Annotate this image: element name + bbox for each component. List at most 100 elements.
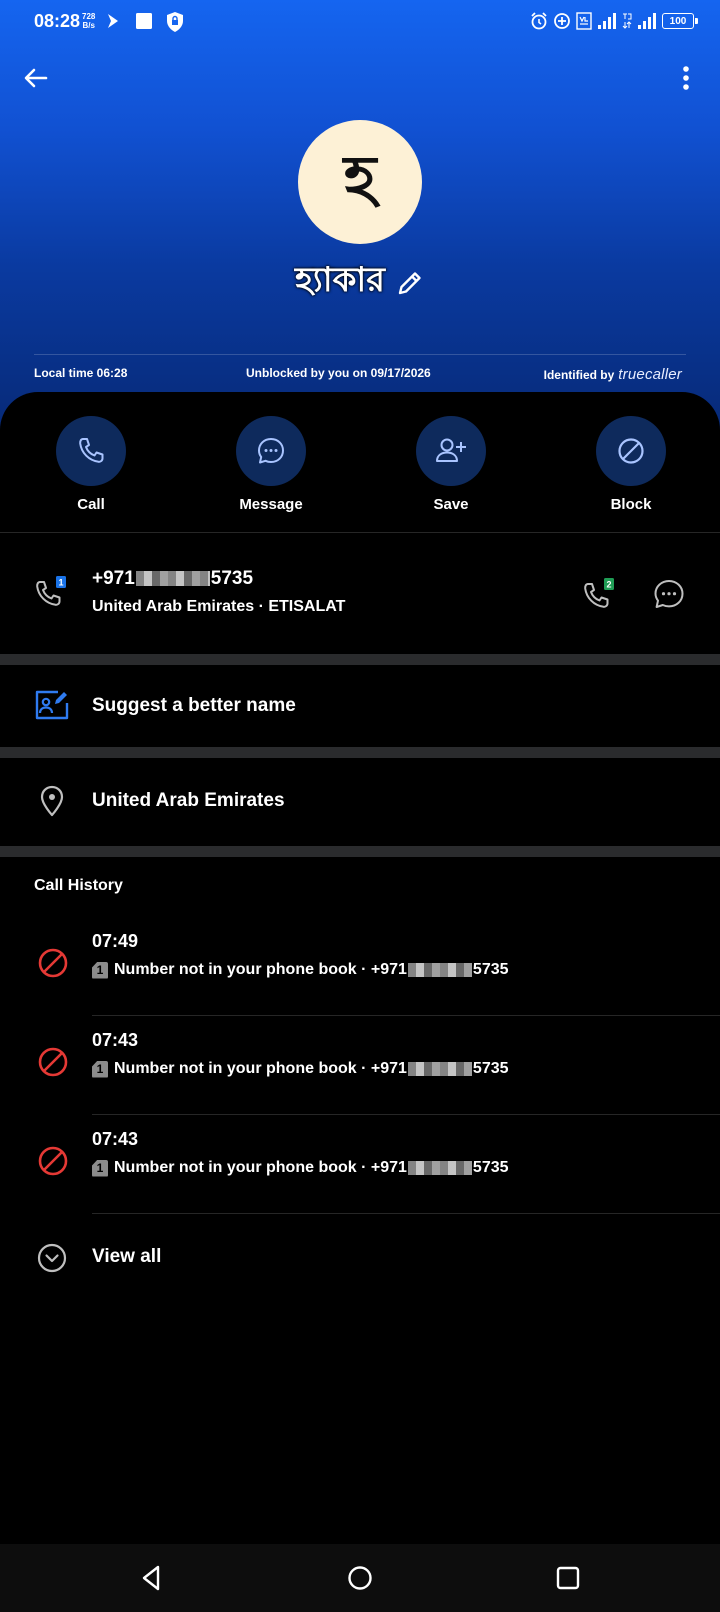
call-item-divider xyxy=(92,1213,720,1214)
circle-home-icon xyxy=(348,1566,372,1590)
add-person-icon xyxy=(436,438,466,462)
call-history-item[interactable]: 07:43 1 Number not in your phone book · … xyxy=(0,1016,720,1115)
call-sim2-button[interactable]: 2 xyxy=(582,576,618,612)
play-notification-icon xyxy=(108,14,118,28)
message-action-button[interactable]: Message xyxy=(211,416,331,513)
phone-number-prefix: +971 xyxy=(92,568,135,589)
sim1-badge: 1 xyxy=(58,578,63,588)
sim-badge: 1 xyxy=(92,961,108,979)
call-time: 07:49 xyxy=(92,931,139,951)
contact-name: হ্যাকার xyxy=(295,260,385,300)
chat-bubble-icon xyxy=(654,580,684,608)
phone-icon xyxy=(79,438,104,463)
section-separator xyxy=(0,747,720,758)
nav-recents-button[interactable] xyxy=(552,1562,584,1594)
edit-pencil-icon[interactable] xyxy=(395,268,425,298)
battery-indicator: 100 xyxy=(662,13,698,29)
message-action-circle[interactable] xyxy=(236,416,306,486)
call-number-suffix: 5735 xyxy=(472,1060,509,1077)
save-action-circle[interactable] xyxy=(416,416,486,486)
location-label: United Arab Emirates xyxy=(92,790,285,811)
call-desc-text: Number not in your phone book · +971 xyxy=(114,1060,407,1077)
volte-icon xyxy=(576,12,592,30)
edit-contact-card-icon xyxy=(35,690,69,720)
save-action-label: Save xyxy=(433,496,469,513)
data-saver-icon xyxy=(554,13,570,29)
square-recents-icon xyxy=(556,1566,580,1590)
call-action-circle[interactable] xyxy=(56,416,126,486)
contact-avatar: হ xyxy=(298,120,422,244)
call-desc-text: Number not in your phone book · +971 xyxy=(114,1159,407,1176)
sim1-phone-icon: 1 xyxy=(36,576,66,606)
local-time: Local time 06:28 xyxy=(34,366,128,380)
shield-lock-icon xyxy=(167,12,183,32)
system-navigation-bar xyxy=(0,1544,720,1612)
call-description: 1 Number not in your phone book · +971 57… xyxy=(92,1060,509,1078)
chevron-down-circle-icon xyxy=(37,1243,67,1273)
block-action-circle[interactable] xyxy=(596,416,666,486)
blocked-call-icon xyxy=(38,948,68,978)
app-notification-icon xyxy=(136,13,152,29)
header-divider xyxy=(34,354,686,355)
signal-strength-1-icon xyxy=(598,13,616,29)
call-number-suffix: 5735 xyxy=(472,1159,509,1176)
more-vert-icon xyxy=(683,66,689,90)
status-bar: 08:28 728 B/s 100 xyxy=(0,0,720,44)
nav-back-button[interactable] xyxy=(136,1562,168,1594)
call-description: 1 Number not in your phone book · +971 57… xyxy=(92,961,509,979)
battery-level: 100 xyxy=(669,15,687,27)
message-action-label: Message xyxy=(239,496,303,513)
redacted-digits xyxy=(407,1160,472,1175)
blocked-call-icon xyxy=(38,1047,68,1077)
call-history-item[interactable]: 07:43 1 Number not in your phone book · … xyxy=(0,1115,720,1214)
phone-number[interactable]: +971 5735 xyxy=(92,568,253,590)
network-speed: 728 B/s xyxy=(82,12,96,30)
redacted-digits xyxy=(407,962,472,977)
call-history-title: Call History xyxy=(34,877,123,894)
location-row: United Arab Emirates xyxy=(0,758,720,846)
alarm-icon xyxy=(531,12,547,30)
back-button[interactable] xyxy=(20,62,52,94)
signal-strength-2-icon xyxy=(638,13,656,29)
sim2-phone-icon: 2 xyxy=(584,578,614,608)
call-desc-text: Number not in your phone book · +971 xyxy=(114,961,407,978)
block-action-label: Block xyxy=(610,496,652,513)
call-action-label: Call xyxy=(77,496,105,513)
contact-name-row: হ্যাকার xyxy=(0,254,720,311)
section-separator xyxy=(0,846,720,857)
unblocked-status: Unblocked by you on 09/17/2026 xyxy=(246,366,431,380)
block-icon xyxy=(618,438,644,464)
call-time: 07:43 xyxy=(92,1129,139,1149)
arrow-left-icon xyxy=(24,68,48,88)
message-number-button[interactable] xyxy=(652,578,686,612)
contact-info-strip: Local time 06:28 Unblocked by you on 09/… xyxy=(34,366,686,386)
carrier-details: United Arab Emirates · ETISALAT xyxy=(92,598,346,615)
sim2-badge: 2 xyxy=(606,580,611,590)
call-history-item[interactable]: 07:49 1 Number not in your phone book · … xyxy=(0,917,720,1016)
identified-by: Identified by truecaller xyxy=(544,366,682,383)
redacted-digits xyxy=(407,1061,472,1076)
4g-icon xyxy=(622,13,632,29)
view-all-button[interactable]: View all xyxy=(0,1222,720,1292)
quick-actions: Call Message Save Block xyxy=(0,416,720,513)
nav-home-button[interactable] xyxy=(344,1562,376,1594)
truecaller-logo: truecaller xyxy=(618,366,682,383)
redacted-digits xyxy=(135,571,210,587)
call-description: 1 Number not in your phone book · +971 57… xyxy=(92,1159,509,1177)
suggest-name-row[interactable]: Suggest a better name xyxy=(0,665,720,747)
suggest-name-label: Suggest a better name xyxy=(92,695,296,716)
call-action-button[interactable]: Call xyxy=(31,416,151,513)
call-number-suffix: 5735 xyxy=(472,961,509,978)
identified-by-label: Identified by xyxy=(543,367,615,382)
status-time: 08:28 xyxy=(34,11,81,31)
blocked-call-icon xyxy=(38,1146,68,1176)
view-all-label: View all xyxy=(92,1246,162,1267)
more-options-button[interactable] xyxy=(672,62,704,94)
location-pin-icon xyxy=(40,785,64,817)
save-action-button[interactable]: Save xyxy=(391,416,511,513)
avatar-initial: হ xyxy=(343,140,377,214)
section-separator xyxy=(0,654,720,665)
triangle-back-icon xyxy=(142,1565,160,1591)
actions-divider xyxy=(0,532,720,533)
block-action-button[interactable]: Block xyxy=(571,416,691,513)
